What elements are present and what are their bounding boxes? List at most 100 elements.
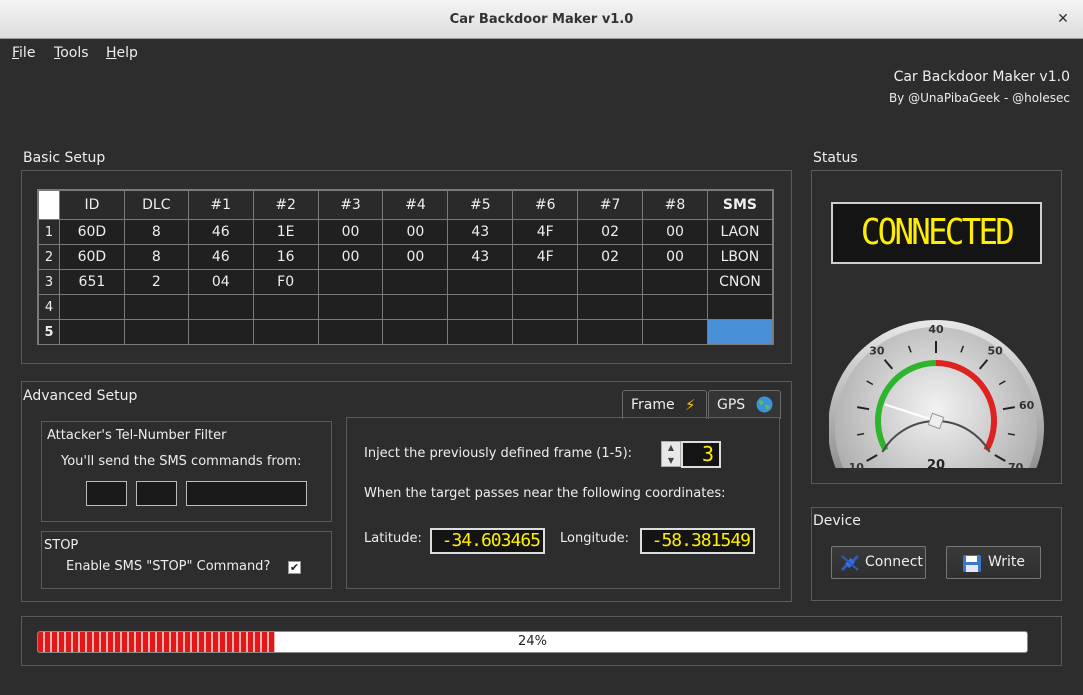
table-cell[interactable]: 1E [252,219,319,245]
table-cell[interactable]: 02 [577,219,644,245]
tab-gps[interactable]: GPS [708,390,781,419]
menu-tools[interactable]: Tools [54,45,89,61]
table-row[interactable]: 5 [38,319,774,345]
table-cell[interactable] [512,269,579,295]
column-header[interactable]: #8 [642,190,708,220]
table-cell[interactable] [706,294,774,320]
table-cell[interactable] [642,319,708,345]
table-cell[interactable] [706,319,774,345]
table-row[interactable]: 4 [38,294,774,320]
row-header[interactable]: 5 [38,319,60,345]
tab-frame[interactable]: Frame ⚡ [622,390,707,419]
table-cell[interactable] [317,269,384,295]
column-header[interactable]: #7 [577,190,644,220]
table-cell[interactable]: F0 [252,269,319,295]
column-header[interactable]: #1 [187,190,254,220]
table-cell[interactable]: 00 [317,244,384,270]
longitude-input[interactable]: -58.381549 [640,528,755,554]
spinner-up-icon[interactable]: ▲ [662,442,680,454]
table-cell[interactable]: 00 [642,219,708,245]
stop-command-checkbox[interactable]: ✔ [288,561,301,574]
table-cell[interactable] [447,319,514,345]
table-cell[interactable]: 4F [512,244,579,270]
connect-button[interactable]: Connect [831,546,926,579]
table-cell[interactable]: 46 [187,244,254,270]
table-cell[interactable]: 02 [577,244,644,270]
table-cell[interactable]: 43 [447,244,514,270]
write-button[interactable]: Write [946,546,1041,579]
table-cell[interactable] [642,294,708,320]
tel-country-code-input[interactable] [86,481,127,506]
table-cell[interactable] [317,294,384,320]
table-cell[interactable]: 8 [123,244,189,270]
table-cell[interactable]: 60D [58,219,125,245]
table-cell[interactable]: 04 [187,269,254,295]
table-cell[interactable] [252,294,319,320]
table-cell[interactable]: 4F [512,219,579,245]
table-cell[interactable] [382,319,449,345]
row-header[interactable]: 2 [38,244,60,270]
table-cell[interactable]: 00 [642,244,708,270]
table-cell[interactable] [123,294,189,320]
table-cell[interactable] [187,319,254,345]
table-cell[interactable] [512,319,579,345]
menu-bar: File Tools Help [0,39,1083,67]
advanced-setup-title: Advanced Setup [23,388,138,404]
table-header-row: ID DLC #1 #2 #3 #4 #5 #6 #7 #8 SMS [38,190,774,220]
table-cell[interactable]: LBON [706,244,774,270]
table-cell[interactable]: CNON [706,269,774,295]
table-cell[interactable] [447,269,514,295]
column-header[interactable]: ID [58,190,125,220]
table-cell[interactable]: 46 [187,219,254,245]
table-cell[interactable]: 60D [58,244,125,270]
column-header[interactable]: #2 [252,190,319,220]
table-cell[interactable]: 8 [123,219,189,245]
table-cell[interactable] [447,294,514,320]
frame-spinner-buttons[interactable]: ▲ ▼ [661,441,681,467]
table-cell[interactable]: 00 [317,219,384,245]
column-header[interactable]: DLC [123,190,189,220]
table-corner-select-all[interactable] [38,190,60,220]
spinner-down-icon[interactable]: ▼ [662,455,680,467]
column-header[interactable]: SMS [706,190,774,220]
row-header[interactable]: 4 [38,294,60,320]
table-cell[interactable]: 16 [252,244,319,270]
frames-table: ID DLC #1 #2 #3 #4 #5 #6 #7 #8 SMS 1 60D 8… [37,189,774,345]
column-header[interactable]: #6 [512,190,579,220]
table-row[interactable]: 1 60D 8 46 1E 00 00 43 4F 02 00 LAON [38,219,774,245]
table-cell[interactable] [58,294,125,320]
tel-number-input[interactable] [186,481,307,506]
table-cell[interactable] [123,319,189,345]
table-cell[interactable] [252,319,319,345]
table-cell[interactable] [187,294,254,320]
table-row[interactable]: 2 60D 8 46 16 00 00 43 4F 02 00 LBON [38,244,774,270]
table-cell[interactable]: LAON [706,219,774,245]
table-cell[interactable] [382,294,449,320]
table-cell[interactable] [512,294,579,320]
frame-number-input[interactable]: 3 [681,441,721,468]
gauge-tick-label: 50 [987,345,1003,358]
table-cell[interactable]: 651 [58,269,125,295]
menu-help[interactable]: Help [106,45,138,61]
table-cell[interactable] [577,319,644,345]
column-header[interactable]: #3 [317,190,384,220]
table-cell[interactable] [382,269,449,295]
tel-area-code-input[interactable] [136,481,177,506]
table-cell[interactable]: 00 [382,244,449,270]
table-cell[interactable] [577,269,644,295]
table-cell[interactable] [577,294,644,320]
latitude-input[interactable]: -34.603465 [430,528,545,554]
table-cell[interactable] [642,269,708,295]
menu-file[interactable]: File [12,45,35,61]
table-cell[interactable] [317,319,384,345]
table-cell[interactable]: 43 [447,219,514,245]
row-header[interactable]: 1 [38,219,60,245]
table-cell[interactable] [58,319,125,345]
table-cell[interactable]: 2 [123,269,189,295]
table-cell[interactable]: 00 [382,219,449,245]
close-icon[interactable]: ✕ [1053,0,1073,39]
row-header[interactable]: 3 [38,269,60,295]
table-row[interactable]: 3 651 2 04 F0 CNON [38,269,774,295]
column-header[interactable]: #5 [447,190,514,220]
column-header[interactable]: #4 [382,190,449,220]
